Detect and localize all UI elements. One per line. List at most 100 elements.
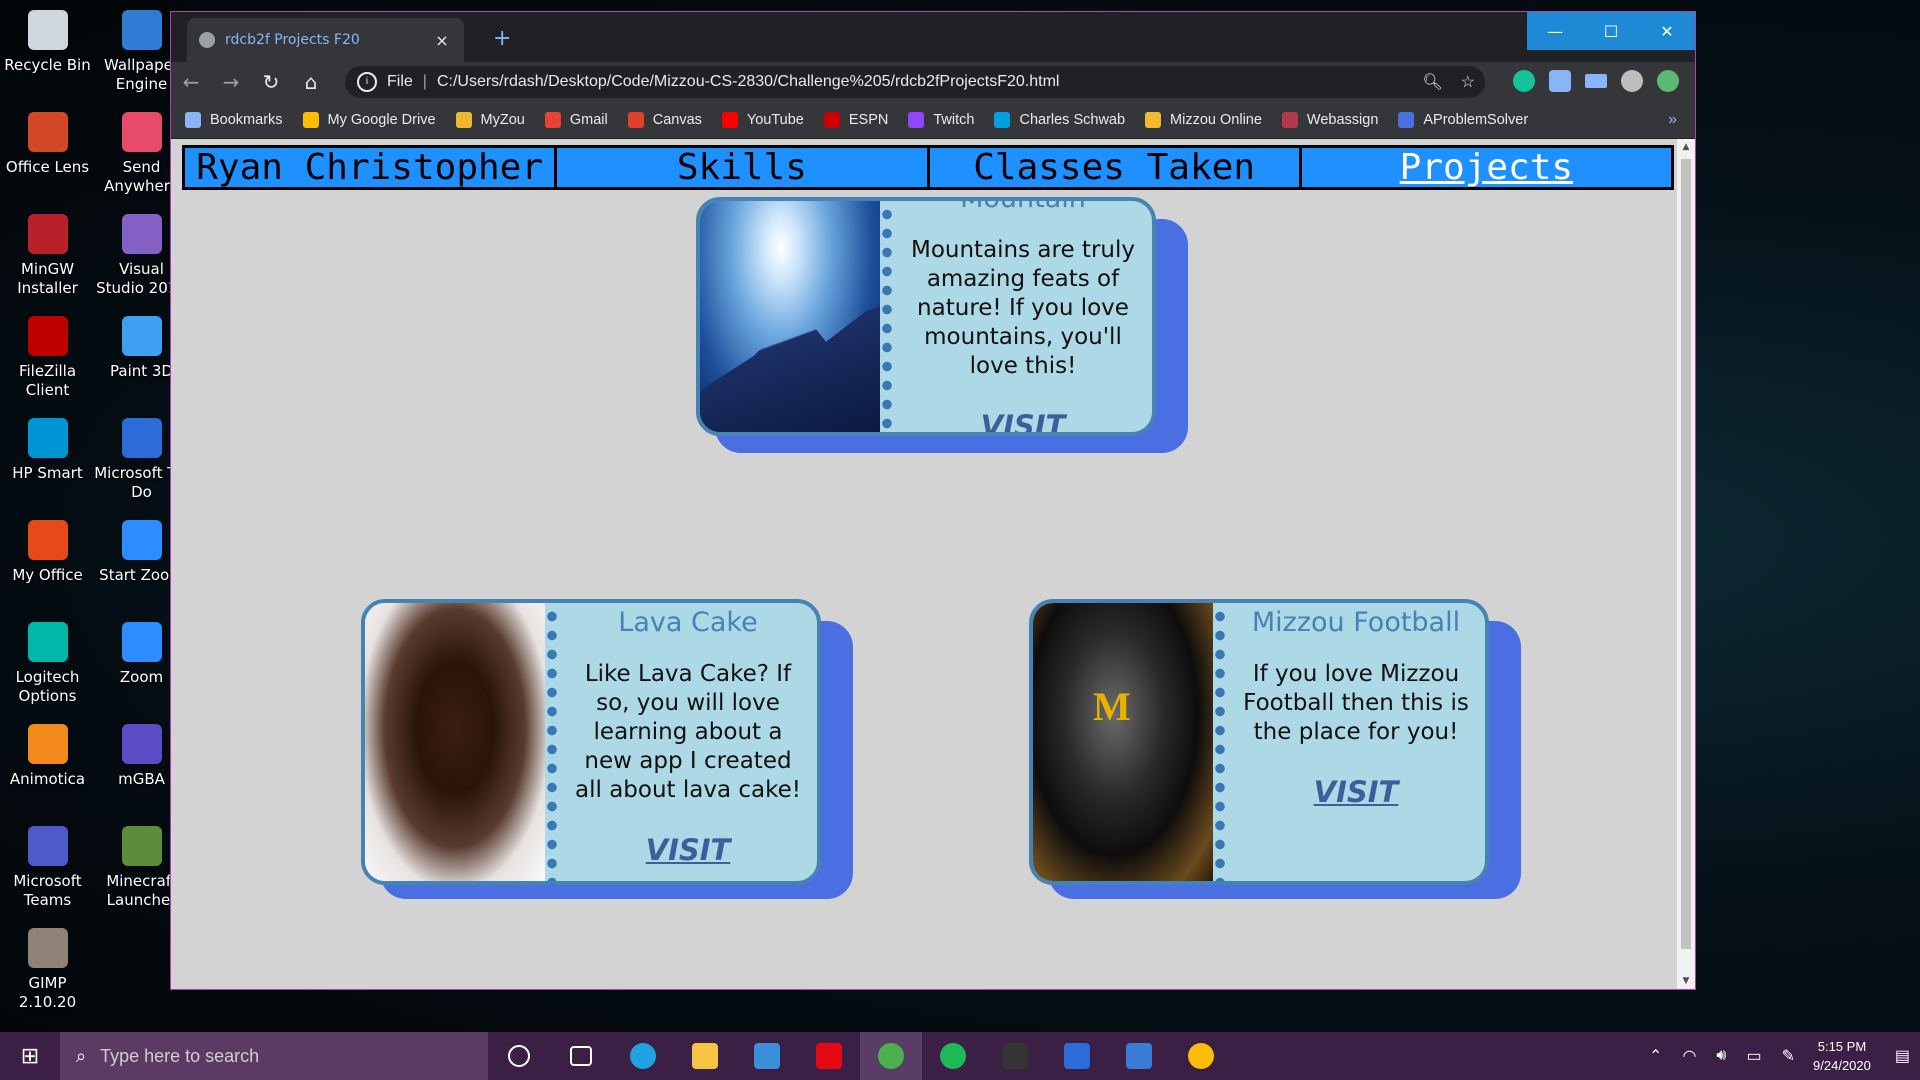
address-bar[interactable]: i File | C:/Users/rdash/Desktop/Code/Miz… (345, 66, 1485, 98)
bookmark-item[interactable]: Charles Schwab (994, 112, 1125, 128)
bookmark-label: Twitch (933, 112, 975, 128)
taskbar-search[interactable]: ⌕ Type here to search (60, 1032, 488, 1080)
chevron-up-icon[interactable]: ⌃ (1649, 1046, 1662, 1066)
zoom-icon[interactable]: 🔍︎ (1422, 72, 1442, 92)
app-icon (27, 316, 68, 356)
visit-link[interactable]: VISIT (1314, 775, 1399, 809)
desktop-icon[interactable]: Microsoft Teams (0, 820, 95, 910)
visit-link[interactable]: VISIT (646, 833, 731, 867)
back-button[interactable]: ← (171, 70, 211, 94)
playlist-icon[interactable] (1585, 74, 1607, 88)
terminal-icon[interactable] (984, 1032, 1046, 1080)
start-button[interactable]: ⊞ (0, 1032, 60, 1080)
desktop-icon[interactable]: FileZilla Client (0, 310, 95, 400)
desktop-icon[interactable]: MinGW Installer (0, 208, 95, 298)
desktop-icon[interactable]: Office Lens (0, 106, 95, 177)
desktop-icon[interactable]: My Office (0, 514, 95, 585)
site-nav-item[interactable]: Skills (557, 147, 930, 188)
tab-close-icon[interactable]: × (430, 31, 454, 50)
home-button[interactable]: ⌂ (291, 70, 331, 94)
maximize-button[interactable]: ☐ (1583, 12, 1639, 50)
desktop-icon-label: My Office (12, 566, 83, 584)
card-description: If you love Mizzou Football then this is… (1243, 661, 1469, 745)
browser-titlebar: rdcb2f Projects F20 × + — ☐ ✕ (171, 12, 1695, 62)
star-icon[interactable]: ☆ (1461, 72, 1475, 92)
update-icon[interactable] (1657, 70, 1679, 92)
bookmark-item[interactable]: AProblemSolver (1398, 112, 1528, 128)
desktop-icon[interactable]: Recycle Bin (0, 4, 95, 75)
desktop-icon[interactable]: Logitech Options (0, 616, 95, 706)
wifi-icon[interactable]: ◠ (1682, 1046, 1696, 1066)
bookmark-item[interactable]: Canvas (627, 112, 702, 128)
bookmark-label: YouTube (746, 112, 804, 128)
desktop-icon[interactable]: GIMP 2.10.20 (0, 922, 95, 1012)
task-view-icon[interactable] (550, 1032, 612, 1080)
pen-icon[interactable]: ✎ (1782, 1046, 1795, 1066)
battery-icon[interactable]: ▭ (1747, 1046, 1762, 1066)
app-icon (27, 112, 68, 152)
page-scrollbar[interactable]: ▲ ▼ (1677, 139, 1695, 989)
app-icon[interactable] (1108, 1032, 1170, 1080)
bookmark-item[interactable]: YouTube (721, 112, 804, 128)
file-explorer-icon[interactable] (674, 1032, 736, 1080)
scroll-down-icon[interactable]: ▼ (1677, 976, 1695, 986)
chrome-2-icon[interactable] (1170, 1032, 1232, 1080)
bookmark-label: Webassign (1306, 112, 1379, 128)
info-icon[interactable]: i (357, 72, 377, 92)
site-nav: Ryan Christopher Skills Classes Taken Proje… (182, 145, 1674, 190)
netflix-icon[interactable] (798, 1032, 860, 1080)
bookmark-item[interactable]: Webassign (1281, 112, 1379, 128)
card-dots (880, 201, 894, 432)
bookmark-icon (544, 112, 561, 128)
site-nav-item[interactable]: Classes Taken (930, 147, 1302, 188)
bookmark-item[interactable]: MyZou (455, 112, 525, 128)
bookmark-item[interactable]: Twitch (908, 112, 974, 128)
desktop-icon[interactable]: HP Smart (0, 412, 95, 483)
scrollbar-thumb[interactable] (1681, 159, 1691, 949)
bookmark-item[interactable]: My Google Drive (302, 112, 436, 128)
app-icon (121, 418, 162, 458)
app-icon (27, 928, 68, 968)
card-body: Lava Cake Like Lava Cake? If so, you wil… (559, 603, 817, 881)
minimize-button[interactable]: — (1527, 12, 1583, 50)
spotify-icon[interactable] (922, 1032, 984, 1080)
bookmark-item[interactable]: Gmail (544, 112, 608, 128)
bookmark-item[interactable]: ESPN (823, 112, 888, 128)
desktop-icons: Recycle Bin Wallpaper Engine Office Lens Se… (0, 0, 189, 1020)
app-icon (121, 520, 162, 560)
clock[interactable]: 5:15 PM 9/24/2020 (1813, 1037, 1871, 1075)
scroll-up-icon[interactable]: ▲ (1677, 142, 1695, 152)
edge-icon[interactable] (612, 1032, 674, 1080)
close-button[interactable]: ✕ (1639, 12, 1695, 50)
visit-link[interactable]: VISIT (981, 409, 1066, 432)
page-viewport: Ryan Christopher Skills Classes Taken Proje… (171, 139, 1677, 989)
bookmark-label: AProblemSolver (1423, 112, 1529, 128)
volume-icon[interactable]: 🔊︎ (1716, 1047, 1726, 1065)
taskbar: ⊞ ⌕ Type here to search ⌃ ◠ 🔊︎ ▭ ✎ 5:15 … (0, 1032, 1920, 1080)
clock-date: 9/24/2020 (1813, 1058, 1871, 1073)
cortana-icon[interactable] (488, 1032, 550, 1080)
desktop-icon[interactable]: Animotica (0, 718, 95, 789)
grammarly-icon[interactable] (1513, 70, 1535, 92)
browser-tab[interactable]: rdcb2f Projects F20 × (187, 18, 464, 62)
reload-button[interactable]: ↻ (251, 70, 291, 94)
new-tab-button[interactable]: + (493, 26, 511, 51)
bookmark-item[interactable]: Bookmarks (185, 112, 283, 128)
puzzle-icon[interactable] (1549, 70, 1571, 92)
site-nav-item[interactable]: Ryan Christopher (185, 147, 558, 188)
notifications-icon[interactable]: ▤ (1895, 1046, 1910, 1066)
todo-icon[interactable] (1046, 1032, 1108, 1080)
site-nav-item[interactable]: Projects (1302, 147, 1671, 188)
bookmark-label: Bookmarks (210, 112, 283, 128)
bookmark-label: My Google Drive (327, 112, 436, 128)
omnibox-actions: 🔍︎ ☆ (1422, 72, 1475, 92)
bookmark-icon (302, 112, 319, 128)
chrome-icon[interactable] (860, 1032, 922, 1080)
profile-avatar[interactable] (1621, 70, 1643, 92)
bookmark-item[interactable]: Mizzou Online (1145, 112, 1262, 128)
mail-icon[interactable] (736, 1032, 798, 1080)
app-icon (27, 724, 68, 764)
bookmarks-more-button[interactable]: » (1668, 111, 1677, 129)
forward-button[interactable]: → (211, 70, 251, 94)
address-url[interactable]: C:/Users/rdash/Desktop/Code/Mizzou-CS-28… (437, 73, 1060, 91)
